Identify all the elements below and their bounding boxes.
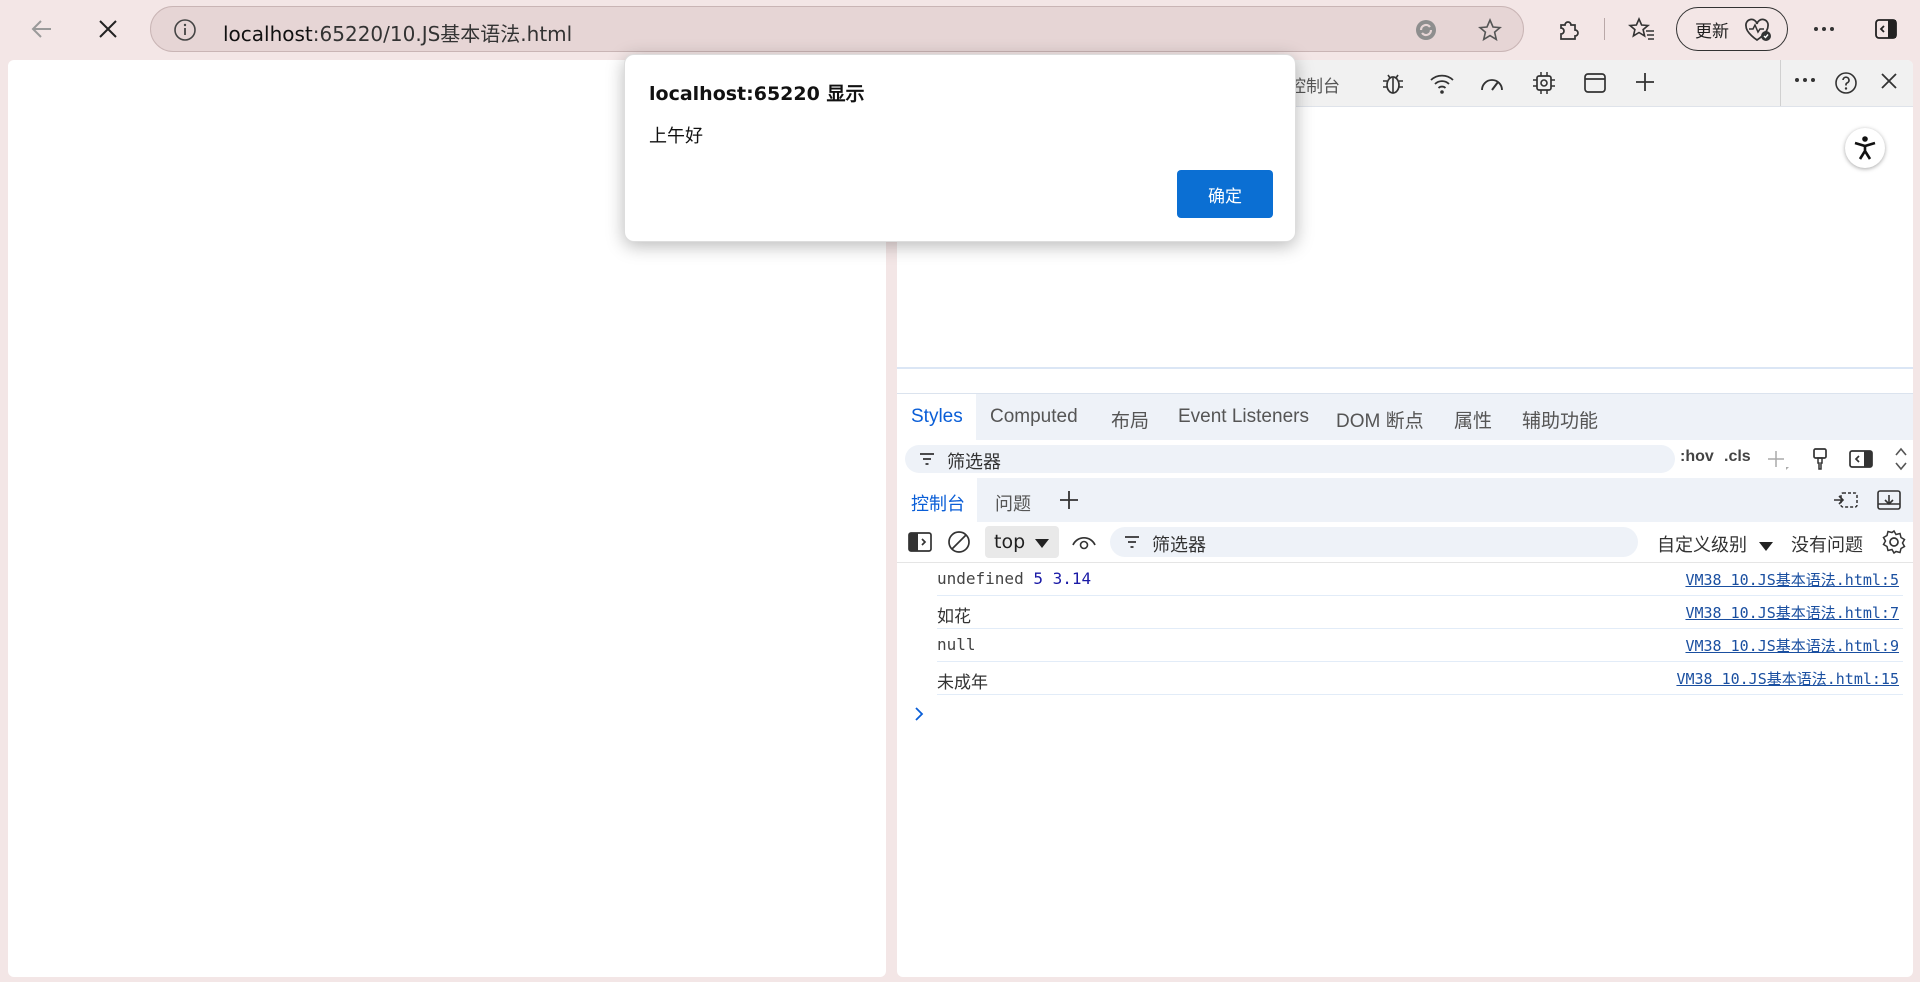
dialog-message: 上午好 — [649, 126, 703, 147]
log-entry: 如花 VM38 10.JS基本语法.html:7 — [937, 596, 1903, 629]
dock-to-main-icon[interactable] — [1832, 489, 1860, 511]
issues-counter[interactable]: 没有问题 — [1791, 531, 1863, 557]
browser-toolbar: localhost:65220/10.JS基本语法.html 更新 — [0, 0, 1920, 58]
tab-event-listeners[interactable]: Event Listeners — [1178, 406, 1309, 428]
styles-filter-input[interactable]: 筛选器 — [905, 445, 1675, 473]
toolbar-divider — [1604, 18, 1605, 40]
drawer-tab-bar: 控制台 问题 — [897, 478, 1913, 522]
context-selector[interactable]: top — [985, 526, 1059, 558]
drawer-tab-console[interactable]: 控制台 — [911, 490, 965, 516]
hov-toggle[interactable]: :hov — [1680, 448, 1714, 466]
wifi-icon[interactable] — [1428, 70, 1456, 96]
ok-button[interactable]: 确定 — [1177, 170, 1273, 218]
accessibility-person-icon — [1854, 136, 1876, 160]
styles-tab-bar: Styles Computed 布局 Event Listeners DOM 断… — [897, 393, 1913, 442]
log-source-link[interactable]: VM38 10.JS基本语法.html:15 — [1676, 668, 1899, 689]
more-menu-button[interactable] — [1804, 9, 1844, 49]
application-panel-icon[interactable] — [1582, 70, 1608, 96]
resize-arrows-icon[interactable] — [1894, 445, 1908, 473]
computed-sidebar-icon[interactable] — [1848, 449, 1874, 469]
heart-pulse-icon — [1745, 18, 1771, 42]
chevron-down-icon — [1759, 541, 1773, 551]
new-style-rule-icon[interactable] — [1766, 449, 1790, 471]
accessibility-button[interactable] — [1845, 128, 1885, 168]
add-drawer-tab-icon[interactable] — [1057, 488, 1081, 512]
memory-chip-icon[interactable] — [1531, 70, 1557, 96]
log-entry: null VM38 10.JS基本语法.html:9 — [937, 629, 1903, 662]
back-button[interactable] — [22, 9, 62, 49]
favorites-button[interactable] — [1622, 9, 1662, 49]
alert-dialog: localhost:65220 显示 上午好 确定 — [624, 54, 1296, 242]
console-filter-input[interactable]: 筛选器 — [1110, 527, 1638, 557]
log-source-link[interactable]: VM38 10.JS基本语法.html:5 — [1685, 569, 1899, 590]
log-entry: undefined 5 3.14 VM38 10.JS基本语法.html:5 — [937, 563, 1903, 596]
log-message[interactable]: null — [937, 635, 976, 654]
performance-gauge-icon[interactable] — [1478, 70, 1506, 96]
info-icon[interactable] — [173, 18, 197, 42]
refresh-icon[interactable] — [1413, 17, 1439, 43]
filter-icon — [1125, 536, 1139, 548]
chevron-down-icon — [1035, 539, 1049, 548]
filter-icon — [920, 453, 934, 465]
update-label: 更新 — [1695, 21, 1729, 42]
tab-computed[interactable]: Computed — [990, 406, 1078, 428]
sidebar-icon — [1875, 19, 1897, 39]
url-text[interactable]: localhost:65220/10.JS基本语法.html — [223, 18, 572, 47]
help-icon[interactable] — [1833, 70, 1859, 96]
styles-filter-row: 筛选器 :hov .cls — [897, 440, 1913, 478]
console-filter-placeholder: 筛选器 — [1152, 535, 1206, 556]
log-levels-dropdown[interactable]: 自定义级别 — [1657, 531, 1773, 557]
cls-toggle[interactable]: .cls — [1724, 448, 1751, 466]
puzzle-icon — [1560, 21, 1579, 40]
dialog-title: localhost:65220 显示 — [649, 83, 865, 105]
log-message[interactable]: undefined 5 3.14 — [937, 569, 1091, 588]
drawer-tab-issues[interactable]: 问题 — [995, 490, 1031, 516]
log-source-link[interactable]: VM38 10.JS基本语法.html:9 — [1685, 635, 1899, 656]
paint-brush-icon[interactable] — [1810, 447, 1830, 471]
extensions-button[interactable] — [1548, 9, 1588, 49]
log-levels-label: 自定义级别 — [1657, 535, 1747, 556]
styles-filter-placeholder: 筛选器 — [947, 452, 1001, 473]
log-source-link[interactable]: VM38 10.JS基本语法.html:7 — [1685, 602, 1899, 623]
log-message[interactable]: 未成年 — [937, 668, 988, 693]
live-expression-eye-icon[interactable] — [1071, 533, 1097, 551]
add-tool-icon[interactable] — [1633, 70, 1657, 94]
close-icon — [99, 20, 117, 38]
close-drawer-icon[interactable] — [1876, 489, 1902, 511]
back-arrow-icon — [31, 20, 51, 38]
update-button[interactable]: 更新 — [1676, 7, 1788, 51]
clear-console-icon[interactable] — [947, 530, 971, 554]
tab-strip-divider — [1780, 60, 1781, 106]
more-dots-icon — [1814, 27, 1834, 31]
tab-styles[interactable]: Styles — [911, 406, 963, 428]
tab-accessibility[interactable]: 辅助功能 — [1522, 406, 1598, 433]
address-bar[interactable]: localhost:65220/10.JS基本语法.html — [150, 6, 1524, 52]
bug-icon[interactable] — [1380, 70, 1406, 96]
console-toolbar: top 筛选器 自定义级别 没有问题 — [897, 522, 1913, 563]
console-prompt-chevron-icon[interactable] — [913, 706, 925, 722]
more-tools-icon[interactable] — [1794, 76, 1816, 84]
sidebar-toggle-button[interactable] — [1866, 9, 1906, 49]
tab-properties[interactable]: 属性 — [1454, 406, 1492, 433]
favorite-star-icon[interactable] — [1477, 17, 1503, 43]
close-devtools-icon[interactable] — [1878, 70, 1900, 92]
tab-layout[interactable]: 布局 — [1111, 406, 1149, 433]
console-settings-gear-icon[interactable] — [1881, 529, 1907, 555]
console-sidebar-icon[interactable] — [907, 531, 933, 553]
context-value: top — [994, 531, 1026, 553]
tab-console-partial[interactable]: 控制台 — [1289, 72, 1340, 97]
tab-dom-breakpoints[interactable]: DOM 断点 — [1336, 406, 1424, 433]
log-entry: 未成年 VM38 10.JS基本语法.html:15 — [937, 662, 1903, 695]
stop-loading-button[interactable] — [88, 9, 128, 49]
favorites-list-icon — [1628, 16, 1654, 40]
log-message[interactable]: 如花 — [937, 602, 971, 627]
dom-tree-divider[interactable] — [897, 367, 1913, 369]
